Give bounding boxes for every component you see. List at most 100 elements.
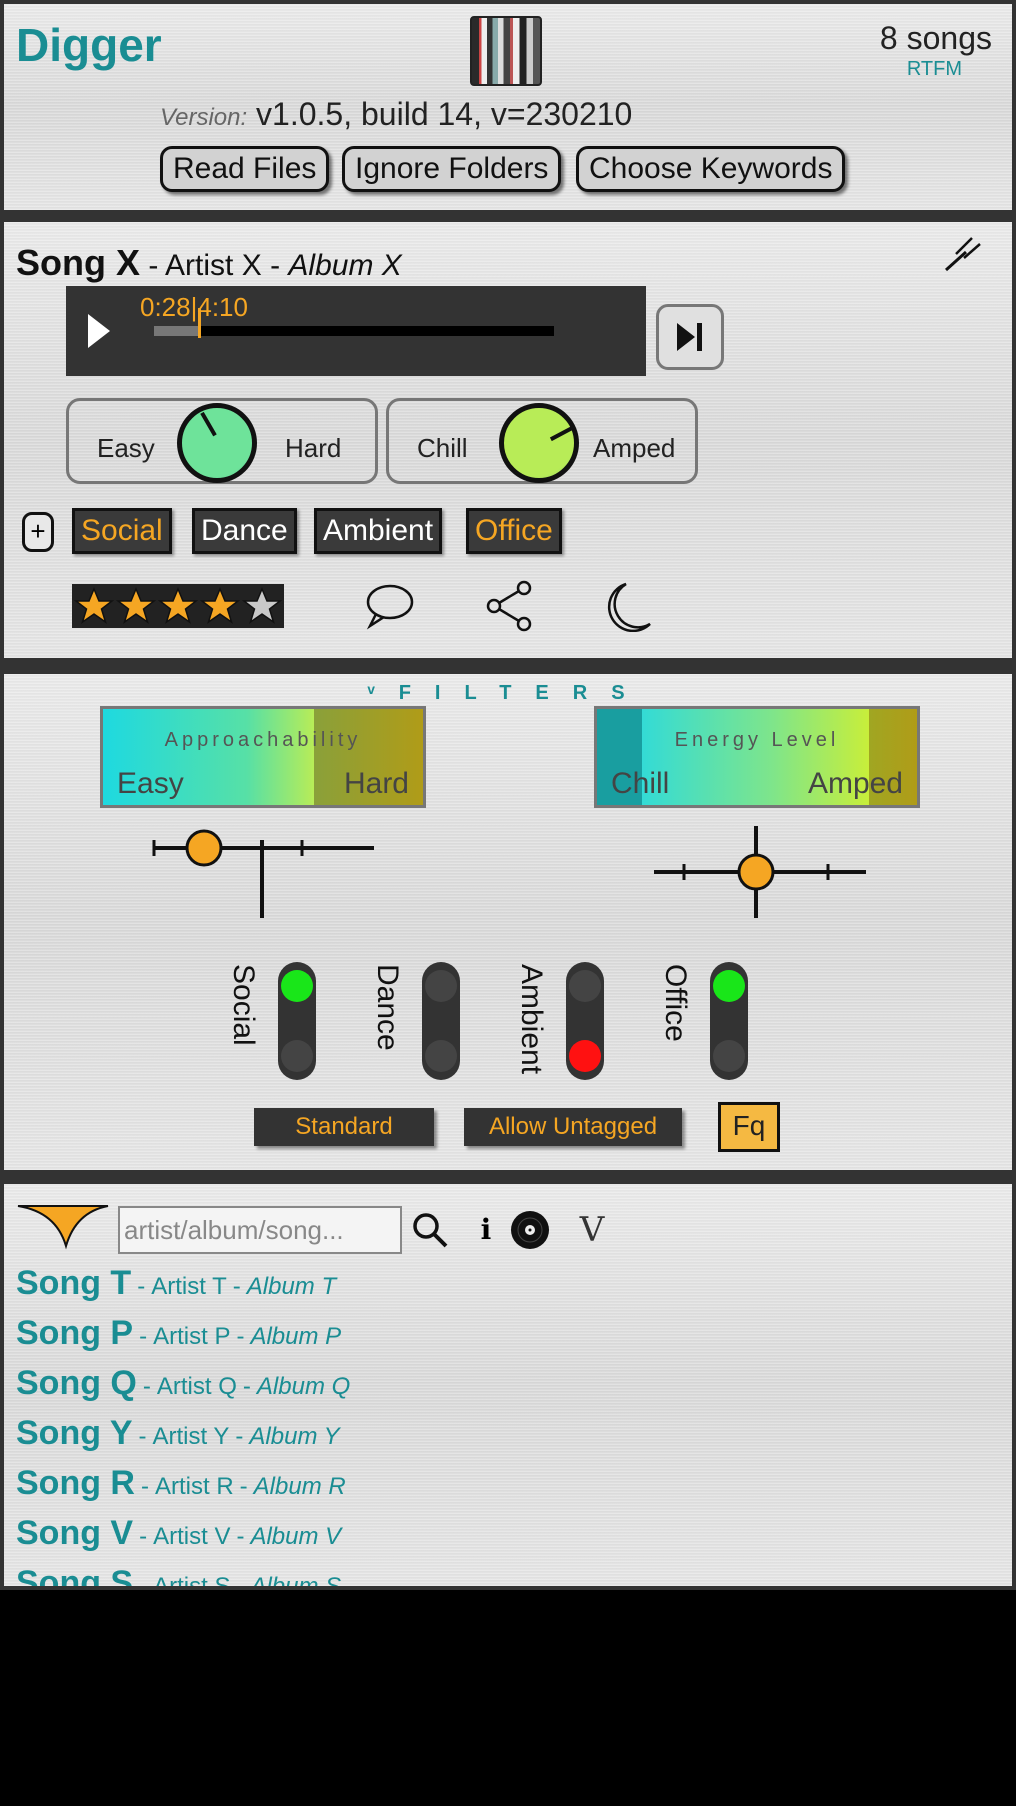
list-item[interactable]: Song R - Artist R - Album R — [16, 1464, 996, 1514]
toggle-top-light — [713, 970, 745, 1002]
energy-high-label: Amped — [807, 767, 903, 800]
approachability-slider[interactable] — [150, 826, 378, 918]
song-name: Song X — [16, 242, 140, 283]
toggle-label-office: Office — [659, 964, 692, 1042]
toggle-social[interactable] — [278, 962, 316, 1080]
player-panel: Song X - Artist X - Album X 0:28|4:10 Ea… — [4, 222, 1012, 658]
moon-icon[interactable] — [600, 580, 656, 632]
toggle-label-dance: Dance — [371, 964, 404, 1051]
list-item[interactable]: Song S-Artist S-Album S — [16, 1564, 996, 1586]
duration-time: 4:10 — [197, 292, 248, 322]
toggle-label-social: Social — [227, 964, 260, 1046]
star-rating[interactable] — [72, 584, 284, 628]
toggle-bottom-light — [713, 1040, 745, 1072]
star-icon[interactable] — [116, 586, 156, 626]
add-tag-button[interactable]: + — [22, 512, 54, 552]
list-item[interactable]: Song Q - Artist Q - Album Q — [16, 1364, 996, 1414]
toggle-office[interactable] — [710, 962, 748, 1080]
energy-slider[interactable] — [648, 826, 870, 918]
v-icon[interactable]: V — [570, 1208, 614, 1252]
song-name: Song T — [16, 1264, 132, 1302]
approachability-low-label: Easy — [117, 767, 184, 800]
toggle-bottom-light — [281, 1040, 313, 1072]
knob-high-label: Amped — [593, 433, 676, 463]
approachability-knob-box: Easy Hard — [66, 398, 378, 484]
artist-name: Artist R — [154, 1473, 234, 1500]
energy-filter-gradient[interactable]: Energy Level Chill Amped — [594, 706, 920, 808]
list-item[interactable]: Song P - Artist P - Album P — [16, 1314, 996, 1364]
list-item[interactable]: Song V - Artist V - Album V — [16, 1514, 996, 1564]
rtfm-link[interactable]: RTFM — [907, 58, 962, 81]
choose-keywords-button[interactable]: Choose Keywords — [576, 146, 846, 192]
artist-name: Artist V — [153, 1523, 231, 1550]
list-item[interactable]: Song Y - Artist Y - Album Y — [16, 1414, 996, 1464]
energy-low-label: Chill — [611, 767, 670, 800]
toggle-ambient[interactable] — [566, 962, 604, 1080]
ignore-folders-button[interactable]: Ignore Folders — [342, 146, 562, 192]
separator: - — [138, 1423, 147, 1450]
toggle-bottom-light — [425, 1040, 457, 1072]
approachability-caption: Approachability — [164, 729, 362, 751]
tag-dance[interactable]: Dance — [192, 508, 297, 554]
star-icon[interactable] — [74, 586, 114, 626]
star-icon[interactable] — [242, 586, 282, 626]
version-line: Version: v1.0.5, build 14, v=230210 — [160, 96, 632, 133]
artist-name: Artist Q — [156, 1373, 237, 1400]
standard-button[interactable]: Standard — [254, 1108, 434, 1146]
song-name: Song V — [16, 1514, 134, 1552]
slider-thumb[interactable] — [185, 829, 223, 867]
search-icon[interactable] — [408, 1208, 452, 1252]
slider-thumb[interactable] — [737, 853, 775, 891]
tag-office[interactable]: Office — [466, 508, 562, 554]
toggle-top-light — [281, 970, 313, 1002]
tag-ambient[interactable]: Ambient — [314, 508, 443, 554]
read-files-button[interactable]: Read Files — [160, 146, 330, 192]
tag-social[interactable]: Social — [72, 508, 172, 554]
artist-name: Artist X — [165, 249, 262, 282]
filter-funnel-icon[interactable] — [16, 1202, 110, 1250]
separator: - — [148, 249, 159, 282]
progress-track[interactable] — [154, 326, 554, 336]
comment-icon[interactable] — [362, 580, 418, 632]
filters-toggle[interactable]: ᵛFILTERS — [4, 682, 1012, 705]
toggle-dance[interactable] — [422, 962, 460, 1080]
tuning-fork-icon[interactable] — [942, 234, 982, 274]
album-art-thumbnail[interactable] — [470, 16, 542, 86]
separator: - — [239, 1473, 248, 1500]
song-name: Song R — [16, 1464, 135, 1502]
transport-bar: 0:28|4:10 — [66, 286, 646, 376]
energy-knob-box: Chill Amped — [386, 398, 698, 484]
artist-name: Artist Y — [152, 1423, 230, 1450]
fq-button[interactable]: Fq — [718, 1102, 780, 1152]
star-icon[interactable] — [200, 586, 240, 626]
allow-untagged-button[interactable]: Allow Untagged — [464, 1108, 682, 1146]
song-name: Song S — [16, 1564, 134, 1586]
approachability-knob[interactable] — [177, 403, 257, 483]
energy-knob[interactable] — [499, 403, 579, 483]
skip-next-button[interactable] — [656, 304, 724, 370]
star-icon[interactable] — [158, 586, 198, 626]
version-label: Version: — [160, 104, 248, 131]
separator: - — [270, 249, 281, 282]
artist-name: Artist S — [153, 1573, 230, 1586]
share-icon[interactable] — [484, 580, 540, 632]
approachability-high-label: Hard — [343, 767, 409, 800]
progress-cursor[interactable] — [198, 308, 201, 338]
song-name: Song Q — [16, 1364, 137, 1402]
knob-low-label: Chill — [417, 433, 468, 463]
toggle-top-light — [425, 970, 457, 1002]
album-name: Album S — [250, 1573, 341, 1586]
system-nav-bar — [0, 1590, 1016, 1806]
time-display: 0:28|4:10 — [140, 292, 248, 323]
album-name: Album Y — [249, 1423, 340, 1450]
list-item[interactable]: Song T - Artist T - Album T — [16, 1264, 996, 1314]
vinyl-record-icon[interactable] — [508, 1208, 552, 1252]
separator: - — [236, 1323, 245, 1350]
version-value: v1.0.5, build 14, v=230210 — [256, 96, 633, 132]
search-input[interactable] — [118, 1206, 402, 1254]
approachability-filter-gradient[interactable]: Approachability Easy Hard — [100, 706, 426, 808]
separator: - — [236, 1573, 244, 1586]
play-icon[interactable] — [88, 314, 110, 348]
info-icon[interactable]: i — [464, 1208, 508, 1252]
elapsed-time: 0:28 — [140, 292, 191, 322]
